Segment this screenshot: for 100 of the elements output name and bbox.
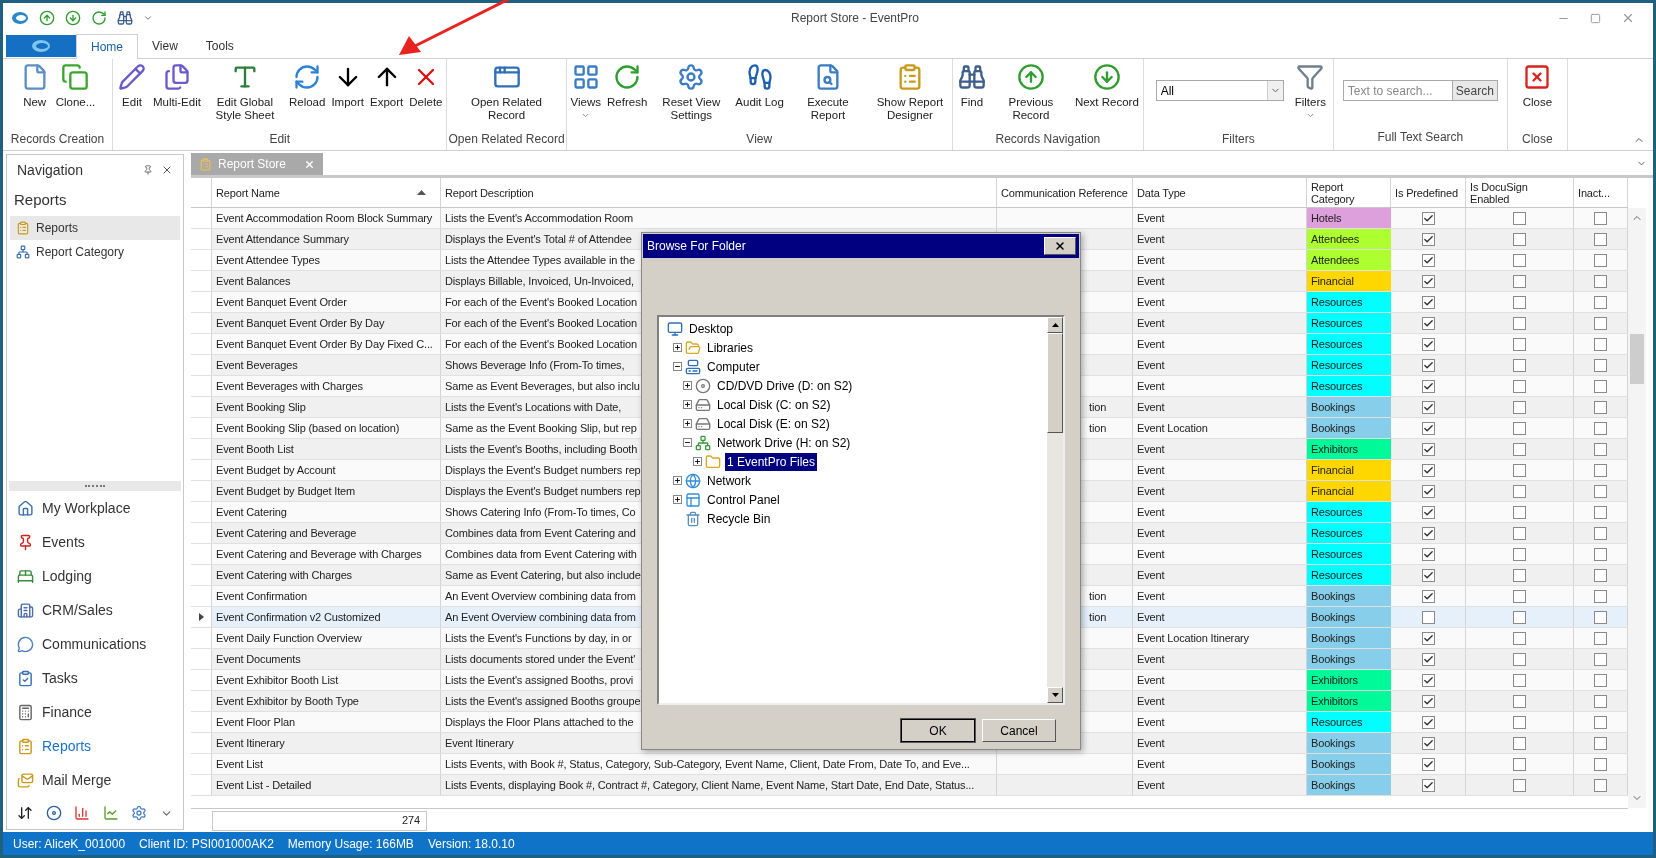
ribbon-button[interactable]: Reset View Settings (650, 60, 733, 130)
table-cell-text: tion (1089, 609, 1107, 625)
group-label: Close (1521, 131, 1554, 148)
module-item[interactable]: CRM/Sales (7, 593, 183, 627)
table-cell-text: tion (1089, 420, 1107, 436)
table-cell: Lists the Event's Accommodation Room (441, 208, 997, 228)
ribbon-button[interactable]: Close (1519, 60, 1556, 130)
table-cell-text: tion (1089, 588, 1107, 604)
ribbon-tab[interactable]: Tools (191, 34, 248, 58)
table-cell-text: tion (1089, 399, 1107, 415)
dialog-button[interactable]: Cancel (982, 719, 1056, 742)
tree-item[interactable]: Libraries (705, 338, 756, 357)
category-tag: Resources (1307, 523, 1391, 543)
table-cell: Event Confirmation v2 Customized (212, 607, 441, 627)
ribbon-button[interactable]: Find (953, 60, 990, 130)
column-header[interactable]: Communication Reference (997, 178, 1133, 207)
ribbon-button[interactable]: Edit Global Style Sheet (203, 60, 286, 130)
module-item[interactable]: My Workplace (7, 491, 183, 525)
table-cell: Event Confirmation (212, 586, 441, 606)
ribbon-button[interactable]: Views (567, 60, 605, 130)
panel-title: Navigation (17, 160, 85, 180)
ribbon-button[interactable]: Filters (1291, 60, 1329, 130)
table-cell: Event Catering with Charges (212, 565, 441, 585)
module-item[interactable]: Lodging (7, 559, 183, 593)
table-cell: Event Banquet Event Order By Day (212, 313, 441, 333)
ribbon-button[interactable]: Multi-Edit (150, 60, 204, 130)
search-button[interactable]: Search (1452, 80, 1498, 101)
category-tag: Resources (1307, 565, 1391, 585)
column-header[interactable]: Inact... (1574, 178, 1628, 207)
column-header[interactable]: Report Name (212, 178, 441, 207)
table-cell: Event Booking Slip (212, 397, 441, 417)
ribbon-button[interactable]: New (16, 60, 53, 130)
table-cell: Event Budget by Account (212, 460, 441, 480)
dialog-button[interactable]: OK (901, 719, 975, 742)
category-tag: Exhibitors (1307, 439, 1391, 459)
tree-item[interactable]: 1 EventPro Files (725, 452, 818, 471)
column-header[interactable]: Report Category (1307, 178, 1391, 207)
ribbon-button[interactable]: Audit Log (732, 60, 787, 130)
module-item[interactable]: Reports (7, 729, 183, 763)
table-cell: Event List (212, 754, 441, 774)
ribbon-button[interactable]: Previous Record (989, 60, 1072, 130)
folder-tree[interactable]: Desktop Libraries Computer CD/DVD Drive (D: on S2) Local Disk (C: on S2) Local Disk (E: on S2) Network Drive (H: on S2) 1 EventPro Files Network Control Panel Recycle Bin (657, 315, 1065, 705)
category-tag: Bookings (1307, 586, 1391, 606)
module-item[interactable]: Communications (7, 627, 183, 661)
ribbon-button[interactable]: Delete (406, 60, 446, 130)
column-header[interactable]: Is Predefined (1391, 178, 1466, 207)
search-field[interactable]: Text to search... (1342, 80, 1453, 101)
category-tag: Financial (1307, 481, 1391, 501)
table-cell: Event Exhibitor by Booth Type (212, 691, 441, 711)
status-text: Version: 18.0.10 (427, 835, 515, 853)
window-title: Report Store - EventPro (789, 10, 921, 27)
module-item[interactable]: Mail Merge (7, 763, 183, 797)
table-cell: Event Beverages (212, 355, 441, 375)
category-tag: Bookings (1307, 607, 1391, 627)
ribbon-tab[interactable]: Home (76, 34, 138, 59)
group-label: Records Creation (9, 131, 106, 148)
ribbon-button[interactable]: Show Report Designer (868, 60, 951, 130)
nav-item[interactable]: Reports (10, 215, 180, 240)
ribbon-button[interactable]: Execute Report (786, 60, 869, 130)
category-tag: Resources (1307, 355, 1391, 375)
ribbon-button[interactable]: Reload (285, 60, 329, 130)
status-text: User: AliceK_001000 (13, 835, 126, 853)
category-tag: Resources (1307, 334, 1391, 354)
filter-select[interactable]: All (1155, 80, 1284, 101)
category-tag: Resources (1307, 376, 1391, 396)
column-header[interactable]: Report Description (441, 178, 997, 207)
ribbon-tab[interactable]: View (138, 34, 192, 58)
group-label: View (745, 131, 774, 148)
tree-item[interactable]: CD/DVD Drive (D: on S2) (715, 376, 855, 395)
ribbon-button[interactable]: Next Record (1071, 60, 1142, 130)
table-cell: Event Banquet Event Order (212, 292, 441, 312)
category-tag: Bookings (1307, 628, 1391, 648)
group-label: Records Navigation (994, 131, 1102, 148)
module-item[interactable]: Tasks (7, 661, 183, 695)
tree-item[interactable]: Local Disk (C: on S2) (715, 395, 833, 414)
ribbon-button[interactable]: Refresh (604, 60, 651, 130)
module-item[interactable]: Finance (7, 695, 183, 729)
table-cell: Event Booth List (212, 439, 441, 459)
ribbon-button[interactable]: Import (328, 60, 367, 130)
ribbon-button[interactable]: Clone... (52, 60, 99, 130)
table-cell: Event Balances (212, 271, 441, 291)
nav-item[interactable]: Report Category (10, 239, 180, 264)
column-header[interactable]: Is DocuSign Enabled (1466, 178, 1574, 207)
group-label: Edit (268, 131, 292, 148)
table-cell: Event Attendance Summary (212, 229, 441, 249)
module-item[interactable]: Events (7, 525, 183, 559)
column-header[interactable]: Data Type (1133, 178, 1307, 207)
ribbon-button[interactable]: Open Related Record (465, 60, 548, 130)
table-cell: Event Budget by Budget Item (212, 481, 441, 501)
category-tag: Resources (1307, 712, 1391, 732)
ribbon-button[interactable]: Export (367, 60, 407, 130)
table-cell: Event Booking Slip (based on location) (212, 418, 441, 438)
ribbon-button[interactable]: Edit (114, 60, 150, 130)
category-tag: Bookings (1307, 397, 1391, 417)
category-tag: Attendees (1307, 229, 1391, 249)
category-tag: Attendees (1307, 250, 1391, 270)
tree-item[interactable]: Computer (705, 357, 762, 376)
category-tag: Bookings (1307, 418, 1391, 438)
group-label: Full Text Search (1376, 129, 1465, 146)
category-tag: Bookings (1307, 733, 1391, 753)
